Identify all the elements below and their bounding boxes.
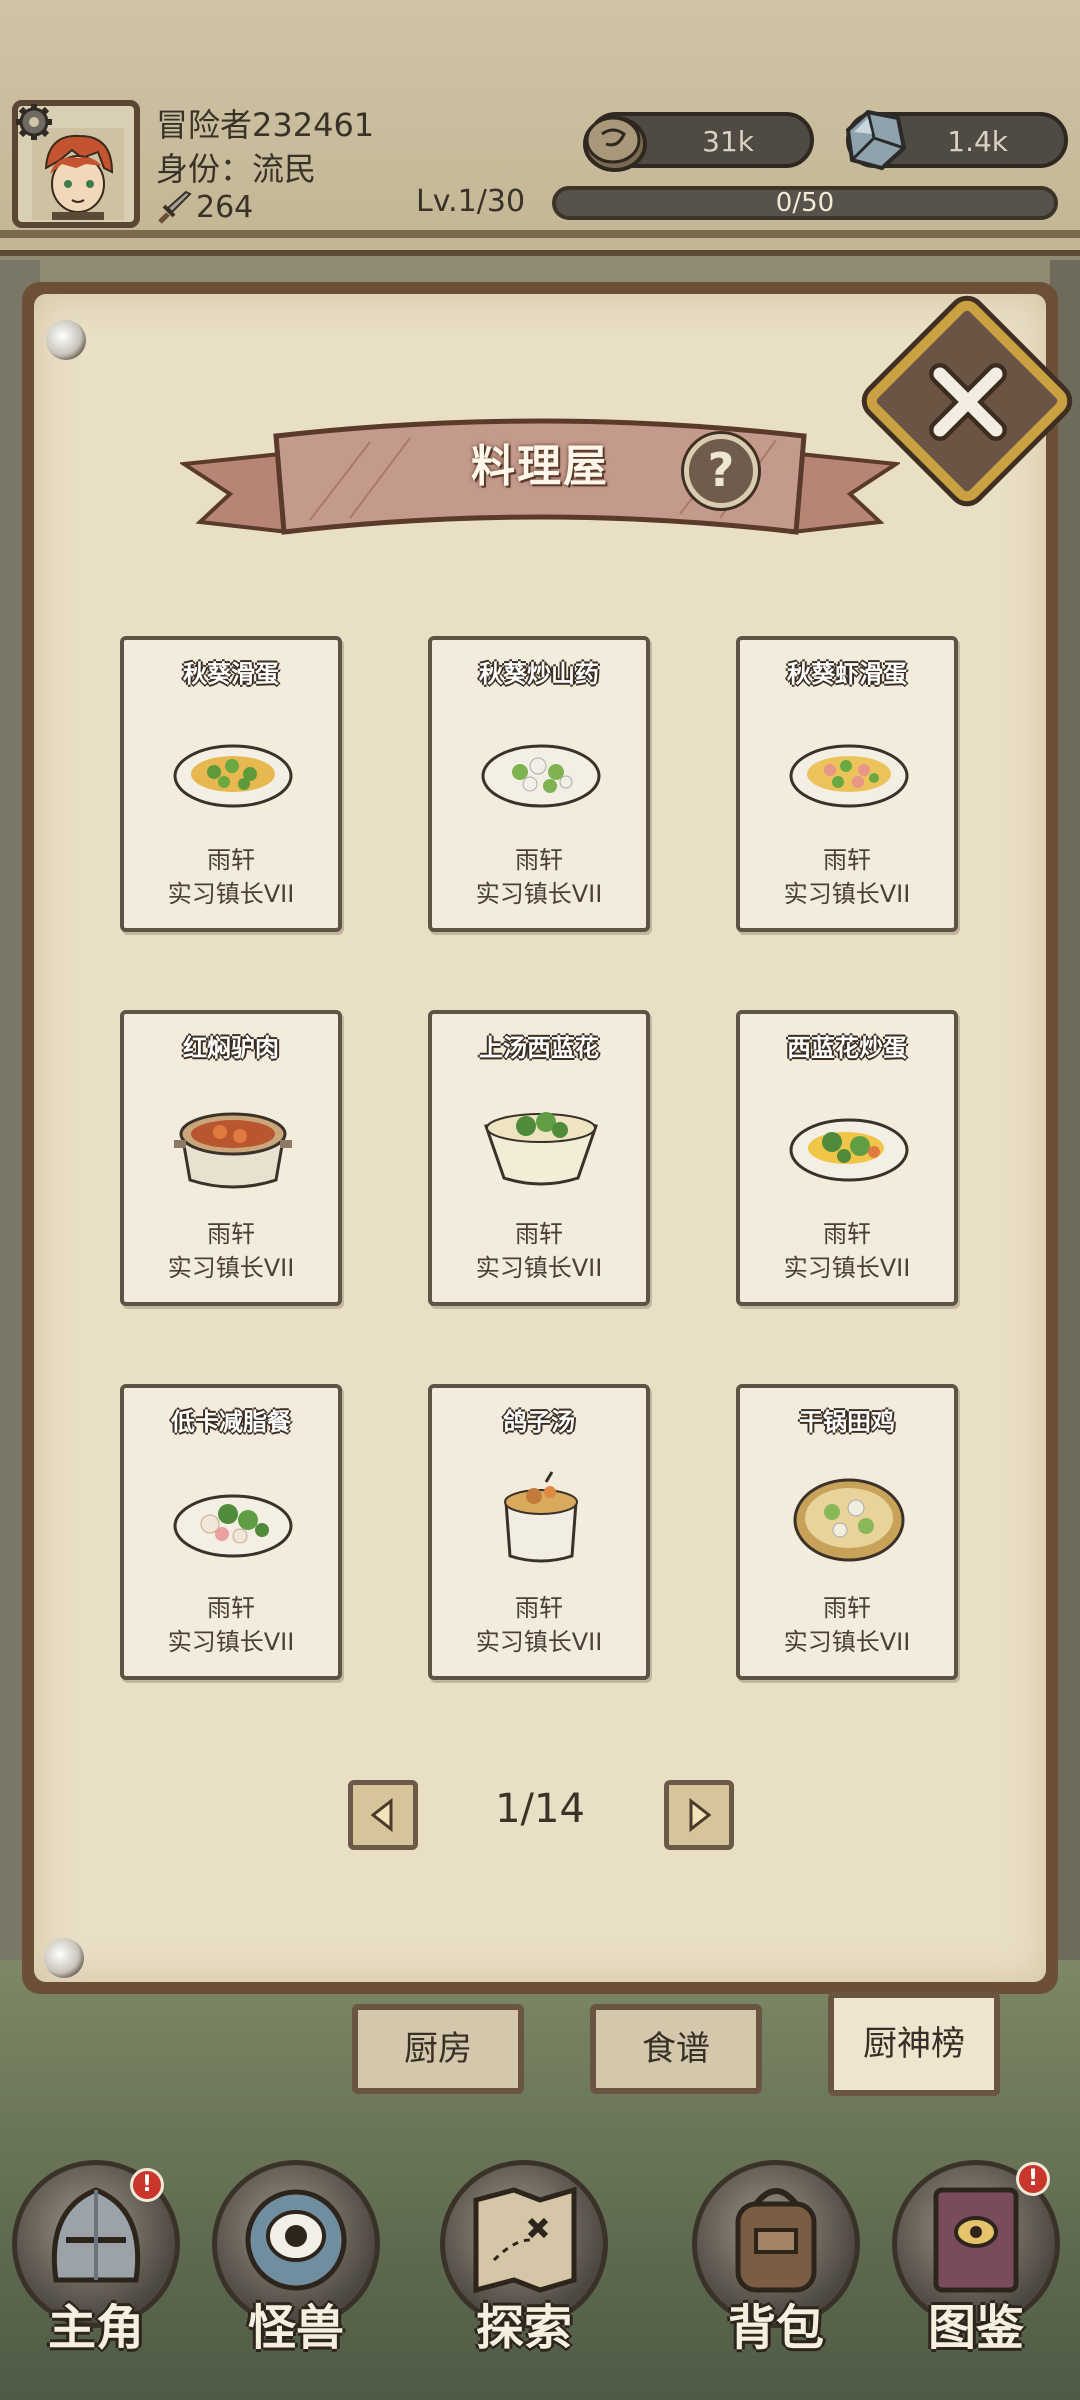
dish-owner: 雨轩 xyxy=(207,1594,255,1622)
nav-explore-label: 探索 xyxy=(475,2300,572,2356)
dish-owner: 雨轩 xyxy=(207,846,255,874)
xp-progress-text: 0/50 xyxy=(775,188,835,218)
dish-name: 秋葵炒山药 xyxy=(479,660,599,688)
nav-hero-label: 主角 xyxy=(47,2300,144,2356)
notification-badge: ! xyxy=(130,2168,164,2202)
help-button[interactable]: ? xyxy=(684,434,758,508)
arrow-right-icon xyxy=(689,1797,712,1833)
pin-icon xyxy=(44,1938,84,1978)
dish-name: 西蓝花炒蛋 xyxy=(787,1034,907,1062)
nav-codex[interactable]: 图鉴 ! xyxy=(886,2140,1066,2400)
close-icon[interactable] xyxy=(918,352,1018,452)
broccoli-soup-bowl-icon xyxy=(484,1112,598,1186)
tab-recipes[interactable]: 食谱 xyxy=(590,2004,762,2094)
dish-card[interactable]: 红焖驴肉 雨轩 实习镇长VII xyxy=(120,1010,342,1306)
previous-page-button[interactable] xyxy=(348,1780,418,1850)
dish-card[interactable]: 低卡减脂餐 雨轩 实习镇长VII xyxy=(120,1384,342,1680)
pigeon-soup-pot-icon xyxy=(504,1471,578,1563)
dish-name: 鸽子汤 xyxy=(503,1408,575,1436)
coin-icon xyxy=(583,116,647,172)
dish-name: 红焖驴肉 xyxy=(183,1034,279,1062)
dish-grid: 秋葵滑蛋 雨轩 实习镇长VII 秋葵炒山药 雨轩 实习镇长VII 秋葵虾滑蛋 雨… xyxy=(120,636,960,1686)
nav-backpack-label: 背包 xyxy=(727,2300,824,2356)
dish-name: 秋葵滑蛋 xyxy=(183,660,279,688)
ore-gem-icon xyxy=(845,109,907,171)
dish-owner-title: 实习镇长VII xyxy=(167,1254,295,1282)
broccoli-egg-plate-icon xyxy=(789,1118,909,1182)
dish-card[interactable]: 秋葵滑蛋 雨轩 实习镇长VII xyxy=(120,636,342,932)
dish-owner-title: 实习镇长VII xyxy=(783,880,911,908)
notification-badge: ! xyxy=(1016,2162,1050,2196)
player-rank: 身份：流民 xyxy=(156,150,317,188)
gem-amount: 1.4k xyxy=(947,125,1008,158)
dish-card[interactable]: 鸽子汤 雨轩 实习镇长VII xyxy=(428,1384,650,1680)
dish-name: 干锅田鸡 xyxy=(799,1408,895,1436)
dish-name: 上汤西蓝花 xyxy=(479,1034,599,1062)
dish-owner: 雨轩 xyxy=(515,1220,563,1248)
player-power: 264 xyxy=(196,190,254,225)
nav-monster[interactable]: 怪兽 xyxy=(206,2140,386,2400)
tab-kitchen[interactable]: 厨房 xyxy=(352,2004,524,2094)
dish-owner-title: 实习镇长VII xyxy=(167,1628,295,1656)
dish-owner: 雨轩 xyxy=(207,1220,255,1248)
page-indicator: 1/14 xyxy=(495,1786,585,1832)
nav-backpack[interactable]: 背包 xyxy=(686,2140,866,2400)
okra-egg-plate-icon xyxy=(173,744,293,808)
dish-owner: 雨轩 xyxy=(823,846,871,874)
sword-icon xyxy=(158,190,192,224)
nav-explore[interactable]: 探索 xyxy=(434,2140,614,2400)
coin-amount: 31k xyxy=(702,125,754,158)
dish-card[interactable]: 干锅田鸡 雨轩 实习镇长VII xyxy=(736,1384,958,1680)
dish-owner: 雨轩 xyxy=(515,846,563,874)
pin-icon xyxy=(46,320,86,360)
dish-owner-title: 实习镇长VII xyxy=(783,1628,911,1656)
dish-owner-title: 实习镇长VII xyxy=(475,1254,603,1282)
arrow-left-icon xyxy=(370,1797,393,1833)
tab-chef-ranking[interactable]: 厨神榜 xyxy=(828,1992,1000,2096)
dish-owner: 雨轩 xyxy=(823,1220,871,1248)
player-name: 冒险者232461 xyxy=(156,106,375,144)
topbar-divider xyxy=(0,230,1080,238)
low-calorie-meal-plate-icon xyxy=(173,1494,293,1558)
dish-owner-title: 实习镇长VII xyxy=(475,880,603,908)
dish-owner-title: 实习镇长VII xyxy=(167,880,295,908)
player-avatar[interactable] xyxy=(12,100,140,228)
next-page-button[interactable] xyxy=(664,1780,734,1850)
dish-name: 低卡减脂餐 xyxy=(171,1408,291,1436)
nav-codex-label: 图鉴 xyxy=(927,2300,1024,2356)
dish-owner-title: 实习镇长VII xyxy=(783,1254,911,1282)
dish-card[interactable]: 上汤西蓝花 雨轩 实习镇长VII xyxy=(428,1010,650,1306)
okra-yam-plate-icon xyxy=(481,744,601,808)
nav-hero[interactable]: 主角 ! xyxy=(6,2140,186,2400)
player-level: Lv.1/30 xyxy=(416,184,526,219)
dish-card[interactable]: 秋葵炒山药 雨轩 实习镇长VII xyxy=(428,636,650,932)
dish-owner-title: 实习镇长VII xyxy=(475,1628,603,1656)
dish-card[interactable]: 西蓝花炒蛋 雨轩 实习镇长VII xyxy=(736,1010,958,1306)
dry-pot-frog-bowl-icon xyxy=(793,1478,905,1562)
braised-donkey-pot-icon xyxy=(174,1112,292,1189)
settings-gear-icon[interactable] xyxy=(14,102,54,142)
xp-progress-bar: 0/50 xyxy=(552,186,1058,220)
dish-owner: 雨轩 xyxy=(515,1594,563,1622)
panel-title: 料理屋 xyxy=(471,441,609,492)
dish-owner: 雨轩 xyxy=(823,1594,871,1622)
dish-card[interactable]: 秋葵虾滑蛋 雨轩 实习镇长VII xyxy=(736,636,958,932)
nav-monster-label: 怪兽 xyxy=(247,2300,344,2356)
okra-shrimp-egg-plate-icon xyxy=(789,744,909,808)
dish-name: 秋葵虾滑蛋 xyxy=(787,660,907,688)
